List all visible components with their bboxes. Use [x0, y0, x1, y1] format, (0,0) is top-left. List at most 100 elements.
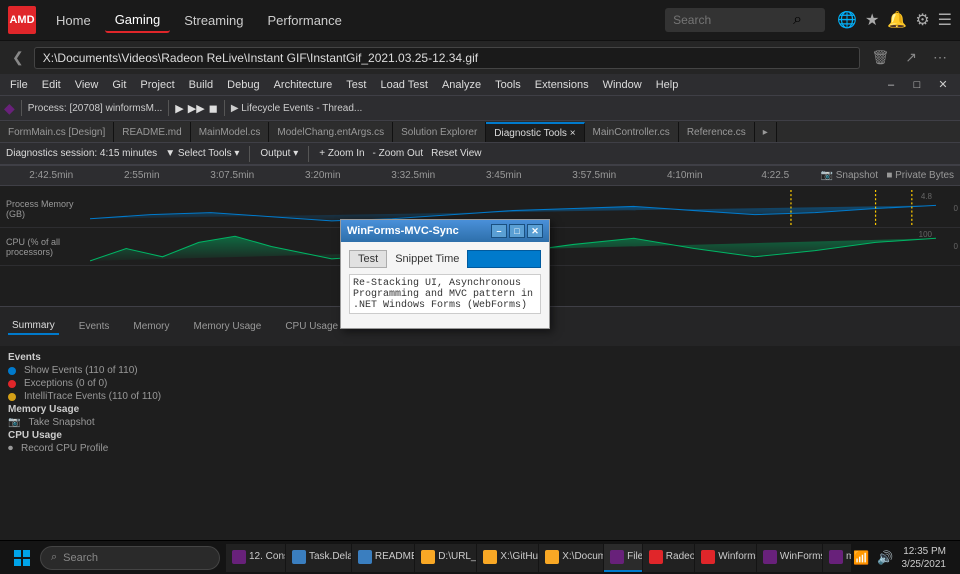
- taskbar-app-winforms-mvc[interactable]: WinForms-MVC-Async...: [757, 544, 822, 572]
- tab-memory[interactable]: Memory: [129, 319, 173, 334]
- vs-menu-architecture[interactable]: Architecture: [268, 77, 339, 93]
- take-snapshot-row[interactable]: 📷 Take Snapshot: [8, 417, 952, 428]
- play-button[interactable]: ▶: [175, 102, 183, 115]
- tab-memory-usage[interactable]: Memory Usage: [190, 319, 266, 334]
- record-cpu-row[interactable]: ⏺ Record CPU Profile: [8, 443, 952, 454]
- intellitrace-row: IntelliTrace Events (110 of 110): [8, 391, 952, 402]
- vs-icon: [232, 550, 246, 564]
- dialog-description[interactable]: Re-Stacking UI, Asynchronous Programming…: [349, 274, 541, 314]
- exceptions-bullet: [8, 380, 16, 388]
- tab-summary[interactable]: Summary: [8, 318, 59, 335]
- taskbar-app-main[interactable]: main: [823, 544, 851, 572]
- tab-events[interactable]: Events: [75, 319, 114, 334]
- diag-zoom-out[interactable]: - Zoom Out: [373, 148, 424, 159]
- show-events-label: Show Events (110 of 110): [24, 365, 138, 376]
- vs-menu-project[interactable]: Project: [134, 77, 180, 93]
- summary-panel: Events Show Events (110 of 110) Exceptio…: [0, 346, 960, 460]
- taskbar-search[interactable]: ⌕ Search: [40, 546, 220, 570]
- nav-streaming[interactable]: Streaming: [174, 9, 253, 32]
- tab-formain[interactable]: FormMain.cs [Design]: [0, 122, 114, 142]
- close-button[interactable]: ✕: [930, 74, 956, 96]
- dialog-maximize-btn[interactable]: □: [509, 224, 525, 238]
- vs-menu-extensions[interactable]: Extensions: [529, 77, 595, 93]
- vs-menu-analyze[interactable]: Analyze: [436, 77, 487, 93]
- win-logo-bl: [14, 559, 21, 566]
- dialog-minimize-btn[interactable]: –: [491, 224, 507, 238]
- grid-icon[interactable]: ☰: [938, 10, 952, 30]
- taskbar-app-radeon-sw[interactable]: Radeon Software: [643, 544, 694, 572]
- radeon-icon-2: [701, 550, 715, 564]
- diag-zoom-in[interactable]: + Zoom In: [319, 148, 364, 159]
- tab-reference[interactable]: Reference.cs: [679, 122, 755, 142]
- vs-menu-debug[interactable]: Debug: [221, 77, 265, 93]
- search-bar[interactable]: ⌕: [665, 8, 825, 32]
- taskbar-app-github[interactable]: X:\GitHub\Winforms-...: [477, 544, 538, 572]
- tab-readme[interactable]: README.md: [114, 122, 190, 142]
- taskbar-app-fileis[interactable]: File Is Set: [604, 544, 642, 572]
- delete-icon[interactable]: 🗑: [866, 47, 894, 68]
- taskbar-app-consign[interactable]: 12. Consign To Obli...: [226, 544, 285, 572]
- step-over-button[interactable]: ▶▶: [188, 102, 205, 115]
- taskbar-app-radeon-sw-label: Radeon Software: [666, 551, 694, 562]
- vs-tabs-row: FormMain.cs [Design] README.md MainModel…: [0, 121, 960, 143]
- stop-button[interactable]: ◼: [209, 102, 218, 115]
- tab-cpu-usage[interactable]: CPU Usage: [281, 319, 342, 334]
- vs-menu-edit[interactable]: Edit: [36, 77, 67, 93]
- more-icon[interactable]: ⋯: [928, 47, 952, 68]
- vs-menu-test[interactable]: Test: [340, 77, 372, 93]
- vs-menu-git[interactable]: Git: [106, 77, 132, 93]
- taskbar-app-xdocs[interactable]: X:\Documents\Videos\...: [539, 544, 603, 572]
- tab-solution[interactable]: Solution Explorer: [393, 122, 486, 142]
- notepad-icon-2: [358, 550, 372, 564]
- vs-menu-loadtest[interactable]: Load Test: [374, 77, 434, 93]
- bell-icon[interactable]: 🔔: [887, 10, 907, 30]
- vs-menu-file[interactable]: File: [4, 77, 34, 93]
- thread-label: ▶ Lifecycle Events - Thread...: [231, 103, 362, 114]
- search-input[interactable]: [673, 13, 793, 27]
- vs-menu-help[interactable]: Help: [650, 77, 685, 93]
- vs-menu-tools[interactable]: Tools: [489, 77, 527, 93]
- tab-more[interactable]: ▸: [755, 122, 777, 142]
- vs-menu-build[interactable]: Build: [183, 77, 219, 93]
- taskbar-app-uri[interactable]: D:\URL_RIC.IMG.SL...: [415, 544, 476, 572]
- maximize-button[interactable]: □: [904, 74, 930, 96]
- amd-logo-text: AMD: [9, 14, 34, 26]
- dialog-title-bar: WinForms-MVC-Sync – □ ✕: [341, 220, 549, 242]
- time-mark-9: 4:22.5: [730, 170, 821, 181]
- nav-gaming[interactable]: Gaming: [105, 8, 171, 33]
- vs-icon-2: [610, 550, 624, 564]
- top-navigation-bar: AMD Home Gaming Streaming Performance ⌕ …: [0, 0, 960, 40]
- time-mark-1: 2:42.5min: [6, 170, 97, 181]
- tab-diagnostics[interactable]: Diagnostic Tools ×: [486, 122, 584, 142]
- amd-logo[interactable]: AMD: [8, 6, 36, 34]
- tray-datetime[interactable]: 12:35 PM 3/25/2021: [902, 545, 947, 571]
- star-icon[interactable]: ★: [865, 10, 879, 30]
- gear-icon[interactable]: ⚙: [915, 10, 929, 30]
- tab-modelchang[interactable]: ModelChang.entArgs.cs: [269, 122, 393, 142]
- taskbar-app-readme[interactable]: README.md - Notep...: [352, 544, 414, 572]
- tab-mainmodel[interactable]: MainModel.cs: [191, 122, 270, 142]
- nav-performance[interactable]: Performance: [257, 9, 351, 32]
- tab-maincontroller[interactable]: MainController.cs: [585, 122, 679, 142]
- diag-reset-btn[interactable]: Reset View: [431, 148, 481, 159]
- vs-toolbar: ◆ Process: [20708] winformsM... ▶ ▶▶ ◼ ▶…: [0, 96, 960, 121]
- vs-menu-window[interactable]: Window: [597, 77, 648, 93]
- share-icon[interactable]: ↗: [900, 47, 922, 68]
- record-icon: ⏺: [8, 443, 13, 454]
- tray-volume-icon[interactable]: 🔊: [877, 550, 893, 566]
- nav-home[interactable]: Home: [46, 9, 101, 32]
- search-icon: ⌕: [793, 11, 802, 29]
- dialog-close-btn[interactable]: ✕: [527, 224, 543, 238]
- back-button[interactable]: ❮: [8, 47, 28, 68]
- globe-icon[interactable]: 🌐: [837, 10, 857, 30]
- start-button[interactable]: [6, 544, 38, 572]
- vs-menu-view[interactable]: View: [69, 77, 105, 93]
- tray-network-icon[interactable]: 📶: [853, 550, 869, 566]
- diag-output-btn[interactable]: Output ▾: [260, 148, 298, 159]
- diag-select-btn[interactable]: ▼ Select Tools ▾: [165, 148, 239, 159]
- minimize-button[interactable]: –: [878, 74, 904, 96]
- toolbar-separator: [21, 100, 22, 116]
- dialog-test-button[interactable]: Test: [349, 250, 387, 268]
- taskbar-app-radeon-alpha[interactable]: Winforms-MVC-Alph...: [695, 544, 756, 572]
- taskbar-app-taskdelay[interactable]: Task.Delay Method (S)...: [286, 544, 351, 572]
